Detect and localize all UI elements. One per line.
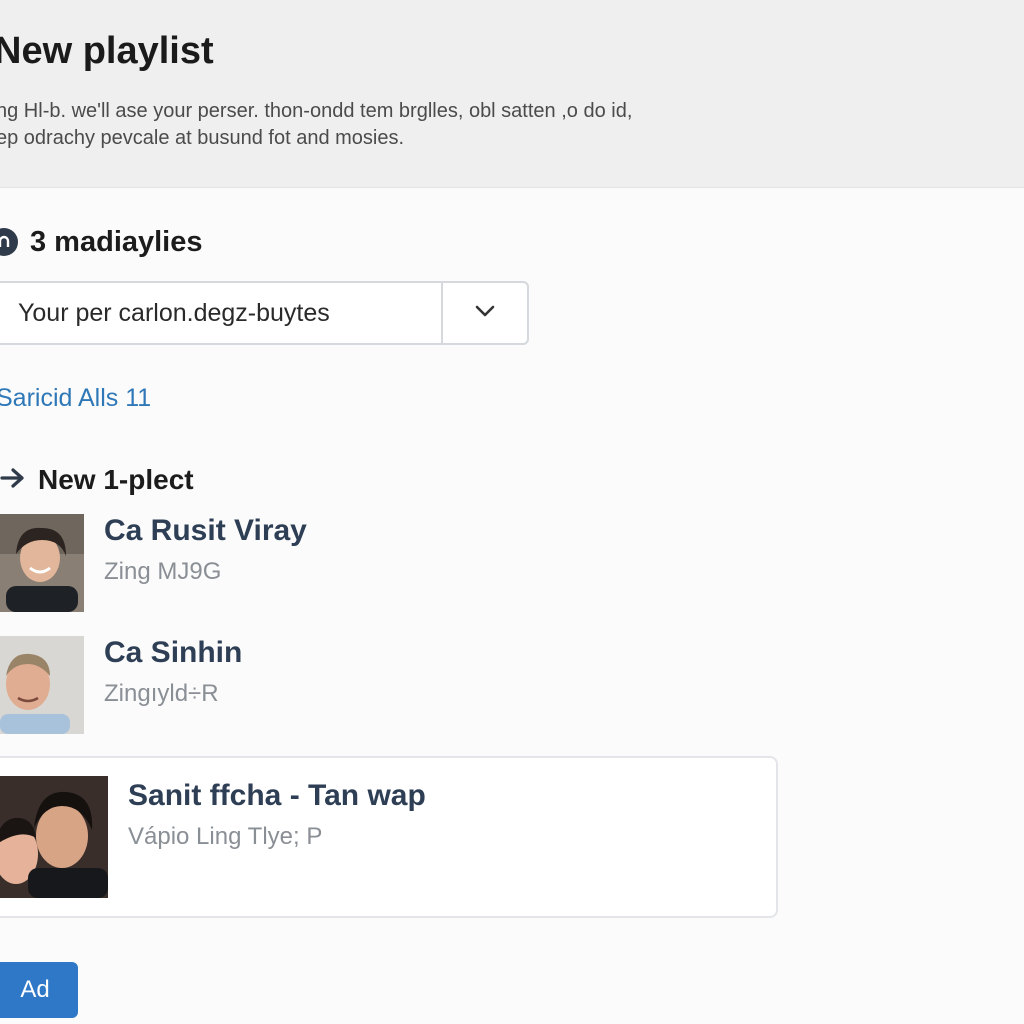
description-line-2: ep odrachy pevcale at busund fot and mos… — [0, 127, 405, 149]
description-line-1: ng Hl-b. we'll ase your perser. thon-ond… — [0, 100, 633, 122]
playlist-icon — [0, 228, 18, 256]
track-title: Ca Sinhin — [104, 636, 243, 669]
track-info: Ca Rusit Viray Zing MJ9G — [84, 514, 307, 586]
dialog-header: New playlist ng Hl-b. we'll ase your per… — [0, 0, 1024, 188]
track-thumbnail — [0, 514, 84, 612]
track-info: Ca Sinhin Zingıyld÷R — [84, 636, 242, 708]
track-subtitle: Zing MJ9G — [104, 558, 222, 585]
track-title: Sanit ffcha - Tan wap — [128, 779, 426, 812]
track-subtitle: Vápio Ling Tlye; P — [128, 823, 323, 850]
track-item-selected[interactable]: Sanit ffcha - Tan wap Vápio Ling Tlye; P — [0, 756, 778, 918]
select-value: Your per carlon.degz-buytes — [18, 298, 330, 327]
dropdown-toggle-button[interactable] — [441, 283, 527, 343]
select-all-link[interactable]: Saricid Alls 11 — [0, 384, 151, 413]
add-button[interactable]: Ad — [0, 962, 78, 1018]
page-title: New playlist — [0, 30, 214, 72]
track-info: Sanit ffcha - Tan wap Vápio Ling Tlye; P — [108, 779, 426, 851]
subsection-title: New 1-plect — [38, 464, 194, 495]
track-title: Ca Rusit Viray — [104, 514, 307, 547]
section-title: 3 madiaylies — [30, 225, 203, 258]
track-thumbnail — [0, 776, 108, 898]
description: ng Hl-b. we'll ase your perser. thon-ond… — [0, 98, 716, 152]
section-header: 3 madiaylies — [0, 222, 203, 262]
chevron-down-icon — [474, 304, 496, 323]
track-subtitle: Zingıyld÷R — [104, 680, 219, 707]
playlist-select[interactable]: Your per carlon.degz-buytes — [0, 281, 529, 345]
track-item[interactable]: Ca Sinhin Zingıyld÷R — [0, 636, 242, 734]
subsection-header: New 1-plect — [0, 462, 194, 498]
track-thumbnail — [0, 636, 84, 734]
arrow-right-icon — [0, 467, 26, 494]
track-item[interactable]: Ca Rusit Viray Zing MJ9G — [0, 514, 307, 612]
